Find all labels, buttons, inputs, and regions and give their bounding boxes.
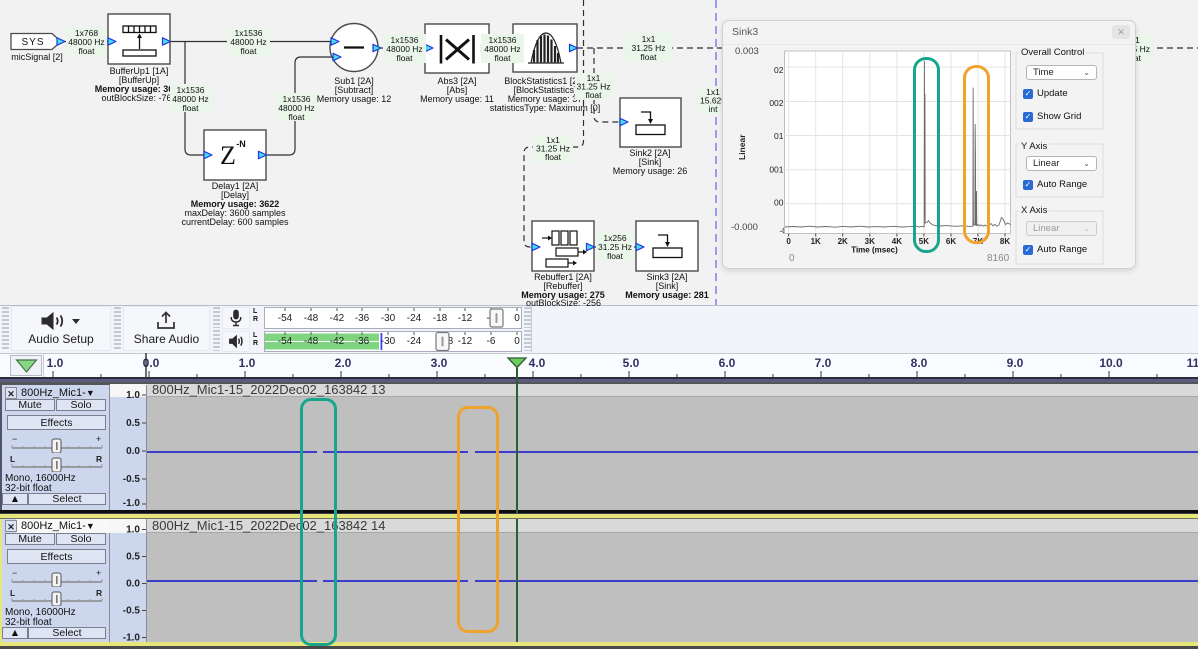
- svg-text:2K: 2K: [838, 237, 848, 246]
- svg-text:Memory usage: 11: Memory usage: 11: [420, 94, 494, 104]
- svg-text:10.0: 10.0: [1099, 356, 1123, 370]
- svg-text:float: float: [545, 152, 562, 162]
- svg-text:R: R: [96, 454, 102, 464]
- svg-text:statisticsType: Maximum [0]: statisticsType: Maximum [0]: [490, 103, 601, 113]
- svg-text:-48: -48: [304, 313, 319, 324]
- svg-text:8.0: 8.0: [911, 356, 928, 370]
- svg-text:0.003: 0.003: [735, 46, 759, 57]
- svg-text:-42: -42: [330, 313, 345, 324]
- svg-text:float: float: [640, 52, 657, 62]
- svg-text:9.0: 9.0: [1007, 356, 1024, 370]
- svg-text:+: +: [96, 435, 101, 444]
- svg-text:−: −: [12, 435, 17, 444]
- svg-text:float: float: [396, 53, 413, 63]
- svg-text:SYS: SYS: [21, 37, 44, 48]
- svg-text:4.0: 4.0: [529, 356, 546, 370]
- svg-text:002: 002: [769, 98, 783, 108]
- svg-text:0: 0: [514, 313, 520, 324]
- svg-text:Time (msec): Time (msec): [851, 246, 898, 255]
- svg-text:-30: -30: [381, 313, 396, 324]
- svg-text:-6: -6: [487, 336, 496, 347]
- svg-text:Z: Z: [220, 141, 236, 170]
- svg-text:Memory usage: 12: Memory usage: 12: [317, 94, 392, 104]
- svg-text:001: 001: [769, 165, 783, 175]
- svg-text:1.0: 1.0: [126, 390, 140, 401]
- svg-text:+: +: [96, 569, 101, 578]
- svg-text:float: float: [585, 90, 602, 100]
- svg-text:-N: -N: [236, 139, 246, 149]
- svg-text:-24: -24: [407, 313, 422, 324]
- svg-text:6K: 6K: [946, 237, 956, 246]
- svg-text:int: int: [709, 104, 719, 114]
- svg-text:−: −: [12, 569, 17, 578]
- svg-text:micSignal [2]: micSignal [2]: [11, 52, 63, 62]
- svg-text:float: float: [288, 112, 305, 122]
- svg-text:2.0: 2.0: [335, 356, 352, 370]
- svg-text:Memory usage: 26: Memory usage: 26: [613, 166, 688, 176]
- svg-text:-30: -30: [381, 336, 396, 347]
- svg-text:0.5: 0.5: [126, 418, 140, 429]
- svg-text:3.0: 3.0: [431, 356, 448, 370]
- svg-text:11: 11: [1187, 356, 1198, 370]
- svg-text:-1.0: -1.0: [123, 498, 141, 509]
- svg-text:0.0: 0.0: [126, 446, 140, 457]
- svg-text:8160: 8160: [987, 253, 1010, 264]
- svg-text:00: 00: [774, 198, 784, 208]
- svg-text:02: 02: [774, 65, 784, 75]
- svg-text:0.0: 0.0: [143, 356, 160, 370]
- svg-text:-24: -24: [407, 336, 422, 347]
- svg-text:0: 0: [786, 237, 791, 246]
- svg-text:0: 0: [514, 336, 520, 347]
- svg-text:-0.000: -0.000: [731, 222, 758, 233]
- svg-text:5.0: 5.0: [623, 356, 640, 370]
- svg-text:-12: -12: [458, 336, 473, 347]
- svg-text:0.0: 0.0: [126, 579, 140, 590]
- svg-text:L: L: [10, 454, 15, 464]
- svg-text:-12: -12: [458, 313, 473, 324]
- svg-text:R: R: [96, 588, 102, 598]
- svg-text:float: float: [494, 53, 511, 63]
- svg-text:-54: -54: [278, 313, 293, 324]
- svg-text:-36: -36: [355, 313, 370, 324]
- svg-text:currentDelay: 600 samples: currentDelay: 600 samples: [181, 217, 289, 227]
- svg-text:-48: -48: [304, 336, 319, 347]
- svg-text:1.0: 1.0: [47, 356, 64, 370]
- svg-text:8K: 8K: [1000, 237, 1010, 246]
- svg-text:Linear: Linear: [737, 134, 747, 160]
- svg-text:-54: -54: [278, 336, 293, 347]
- svg-text:-36: -36: [355, 336, 370, 347]
- svg-text:0.5: 0.5: [126, 552, 140, 563]
- svg-text:1K: 1K: [811, 237, 821, 246]
- svg-text:-0.5: -0.5: [123, 474, 141, 485]
- svg-text:-18: -18: [433, 313, 448, 324]
- svg-text:1.0: 1.0: [126, 525, 140, 536]
- svg-text:float: float: [182, 103, 199, 113]
- svg-text:0: 0: [789, 253, 795, 264]
- svg-text:-0.5: -0.5: [123, 606, 141, 617]
- svg-text:7.0: 7.0: [815, 356, 832, 370]
- svg-text:-42: -42: [330, 336, 345, 347]
- svg-text:01: 01: [774, 131, 784, 141]
- svg-text:float: float: [607, 251, 624, 261]
- svg-text:float: float: [78, 46, 95, 56]
- svg-text:float: float: [240, 46, 257, 56]
- svg-text:L: L: [10, 588, 15, 598]
- svg-text:6.0: 6.0: [719, 356, 736, 370]
- svg-text:outBlockSize: -768: outBlockSize: -768: [101, 93, 176, 103]
- svg-text:1.0: 1.0: [239, 356, 256, 370]
